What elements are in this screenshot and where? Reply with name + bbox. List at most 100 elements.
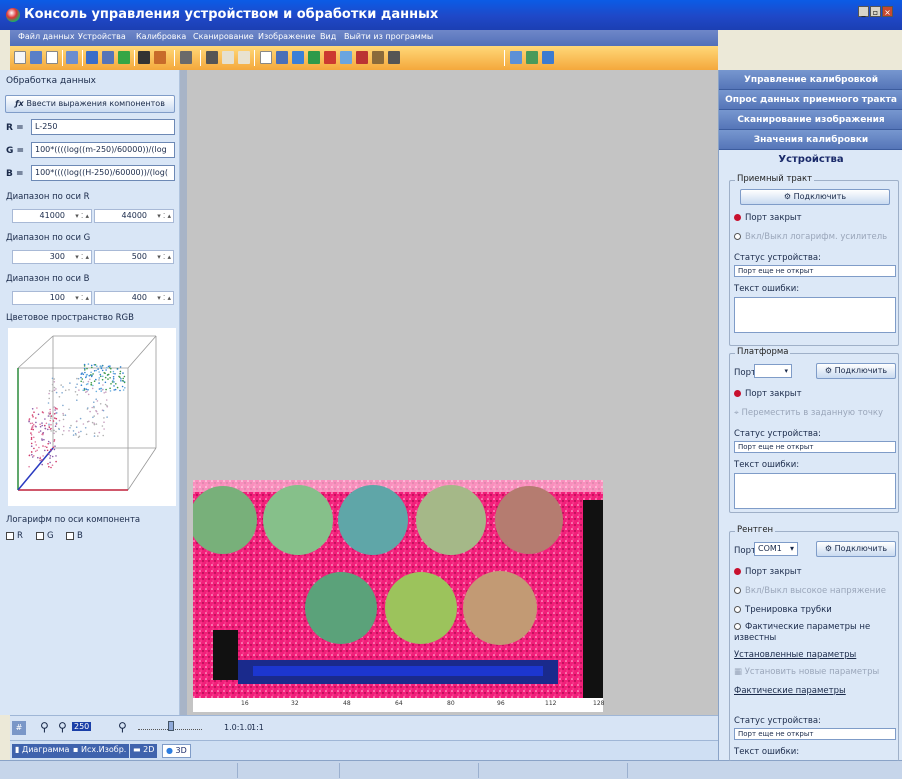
zoom-in-icon[interactable]: ⚲ bbox=[58, 720, 67, 734]
copy-icon[interactable] bbox=[46, 51, 58, 64]
delete-icon[interactable] bbox=[324, 51, 336, 64]
set-params-link[interactable]: Установленные параметры bbox=[734, 650, 856, 660]
panel-title: Обработка данных bbox=[6, 76, 96, 86]
high-voltage-toggle[interactable]: Вкл/Выкл высокое напряжение bbox=[734, 586, 886, 596]
view1-icon[interactable] bbox=[510, 51, 522, 64]
scatter-point bbox=[42, 432, 45, 434]
scatter-point bbox=[90, 364, 93, 367]
xray-port-select[interactable]: COM1 ▾ bbox=[754, 542, 798, 556]
section-calibration-values[interactable]: Значения калибровки bbox=[719, 130, 902, 150]
move-to-point-button[interactable]: ⌖ Переместить в заданную точку bbox=[734, 408, 883, 418]
r-expression-field[interactable]: L-250 bbox=[31, 119, 175, 135]
view2-icon[interactable] bbox=[526, 51, 538, 64]
menu-image[interactable]: Изображение bbox=[258, 32, 316, 41]
disk-icon[interactable] bbox=[276, 51, 288, 64]
minimize-icon[interactable]: _ bbox=[858, 6, 869, 17]
scatter-point bbox=[113, 381, 115, 383]
section-receiver-polling[interactable]: Опрос данных приемного тракта bbox=[719, 90, 902, 110]
section-calibration-control[interactable]: Управление калибровкой bbox=[719, 70, 902, 90]
start-icon[interactable] bbox=[118, 51, 130, 64]
open-icon[interactable] bbox=[66, 51, 78, 64]
view3-icon[interactable] bbox=[542, 51, 554, 64]
cancel-icon[interactable] bbox=[356, 51, 368, 64]
log-r-checkbox[interactable]: R bbox=[6, 531, 23, 541]
b-expression-field[interactable]: 100*((((log((H-250)/60000))/(log( bbox=[31, 165, 175, 181]
log-g-checkbox[interactable]: G bbox=[36, 531, 54, 541]
scatter-point bbox=[110, 367, 112, 370]
receiver-connect-button[interactable]: ⚙ Подключить bbox=[740, 189, 890, 205]
menu-exit[interactable]: Выйти из программы bbox=[344, 32, 433, 41]
new-file-icon[interactable] bbox=[14, 51, 26, 64]
range-b-max[interactable]: 400 ▾ ⁚ ▴ bbox=[94, 291, 174, 305]
zoom-value[interactable]: 250 bbox=[72, 722, 92, 731]
menu-devices[interactable]: Устройства bbox=[78, 32, 126, 41]
log-b-checkbox[interactable]: B bbox=[66, 531, 83, 541]
tool4-icon[interactable] bbox=[206, 51, 218, 64]
platform-port-select[interactable]: ▾ bbox=[754, 364, 792, 378]
actual-unknown-option[interactable]: Фактические параметры не известны bbox=[734, 622, 894, 644]
tab-diagram[interactable]: ▮ Диаграмма bbox=[12, 744, 73, 758]
xray-connect-button[interactable]: ⚙ Подключить bbox=[816, 541, 896, 557]
close-icon[interactable]: × bbox=[882, 6, 893, 17]
scatter-point bbox=[95, 409, 97, 412]
scatter-point bbox=[41, 459, 43, 461]
zoom-slider-thumb[interactable] bbox=[168, 721, 174, 731]
tab-3d[interactable]: ● 3D bbox=[162, 744, 191, 758]
actual-params-link[interactable]: Фактические параметры bbox=[734, 686, 846, 696]
tab-source-image[interactable]: ▪ Исх.Изобр. bbox=[70, 744, 130, 758]
scatter-point bbox=[41, 424, 43, 427]
tool5-icon[interactable] bbox=[222, 51, 234, 64]
range-g-min[interactable]: 300 ▾ ⁚ ▴ bbox=[12, 250, 92, 264]
scatter-point bbox=[56, 408, 58, 410]
range-r-min[interactable]: 41000 ▾ ⁚ ▴ bbox=[12, 209, 92, 223]
doc-icon[interactable] bbox=[260, 51, 272, 64]
menu-scanning[interactable]: Сканирование bbox=[193, 32, 254, 41]
set-new-params-button[interactable]: ▦ Установить новые параметры bbox=[734, 667, 879, 677]
g-expression-field[interactable]: 100*((((log((m-250)/60000))/(log bbox=[31, 142, 175, 158]
zoom-one-to-one[interactable]: 1:1 bbox=[251, 723, 264, 732]
tab-2d[interactable]: ▬ 2D bbox=[130, 744, 158, 758]
chart-icon[interactable] bbox=[292, 51, 304, 64]
save-icon[interactable] bbox=[30, 51, 42, 64]
scatter-point bbox=[93, 432, 96, 434]
tube-training-option[interactable]: Тренировка трубки bbox=[734, 605, 832, 615]
section-image-scanning[interactable]: Сканирование изображения bbox=[719, 110, 902, 130]
receiver-port-status: Порт закрыт bbox=[734, 213, 802, 223]
record-icon[interactable] bbox=[102, 51, 114, 64]
range-g-max[interactable]: 500 ▾ ⁚ ▴ bbox=[94, 250, 174, 264]
tool-icon[interactable] bbox=[138, 51, 150, 64]
close-x-icon[interactable] bbox=[388, 51, 400, 64]
tool6-icon[interactable] bbox=[238, 51, 250, 64]
platform-connect-button[interactable]: ⚙ Подключить bbox=[816, 363, 896, 379]
zoom-slider[interactable] bbox=[138, 721, 202, 731]
scatter-point bbox=[39, 430, 42, 432]
enter-expr-button[interactable]: ƒx Ввести выражения компонентов bbox=[5, 95, 175, 113]
scatter-point bbox=[78, 431, 80, 434]
maximize-icon[interactable]: ▫ bbox=[870, 6, 881, 17]
scan-image[interactable] bbox=[193, 480, 603, 698]
zoom-out-icon[interactable]: ⚲ bbox=[40, 720, 49, 734]
scatter-point bbox=[47, 442, 49, 445]
splitter[interactable] bbox=[180, 70, 187, 715]
scatter-point bbox=[105, 388, 107, 391]
scatter-point bbox=[42, 455, 44, 457]
menu-calibration[interactable]: Калибровка bbox=[136, 32, 186, 41]
pin-icon[interactable]: # bbox=[12, 721, 26, 735]
fx-icon: ƒx bbox=[15, 99, 27, 108]
scatter-point bbox=[30, 432, 32, 434]
scatter-point bbox=[107, 378, 109, 380]
scatter-point bbox=[44, 424, 46, 427]
zoom-fit-icon[interactable]: ⚲ bbox=[118, 720, 127, 734]
rgb-3d-scatter[interactable] bbox=[8, 328, 176, 506]
tool3-icon[interactable] bbox=[180, 51, 192, 64]
range-r-max[interactable]: 44000 ▾ ⁚ ▴ bbox=[94, 209, 174, 223]
menu-file-data[interactable]: Файл данных bbox=[18, 32, 75, 41]
range-b-min[interactable]: 100 ▾ ⁚ ▴ bbox=[12, 291, 92, 305]
grid-icon[interactable] bbox=[308, 51, 320, 64]
log-amp-toggle[interactable]: Вкл/Выкл логарифм. усилитель bbox=[734, 232, 887, 242]
tool7-icon[interactable] bbox=[372, 51, 384, 64]
menu-view[interactable]: Вид bbox=[320, 32, 336, 41]
calib-icon[interactable] bbox=[340, 51, 352, 64]
tool2-icon[interactable] bbox=[154, 51, 166, 64]
play-icon[interactable] bbox=[86, 51, 98, 64]
